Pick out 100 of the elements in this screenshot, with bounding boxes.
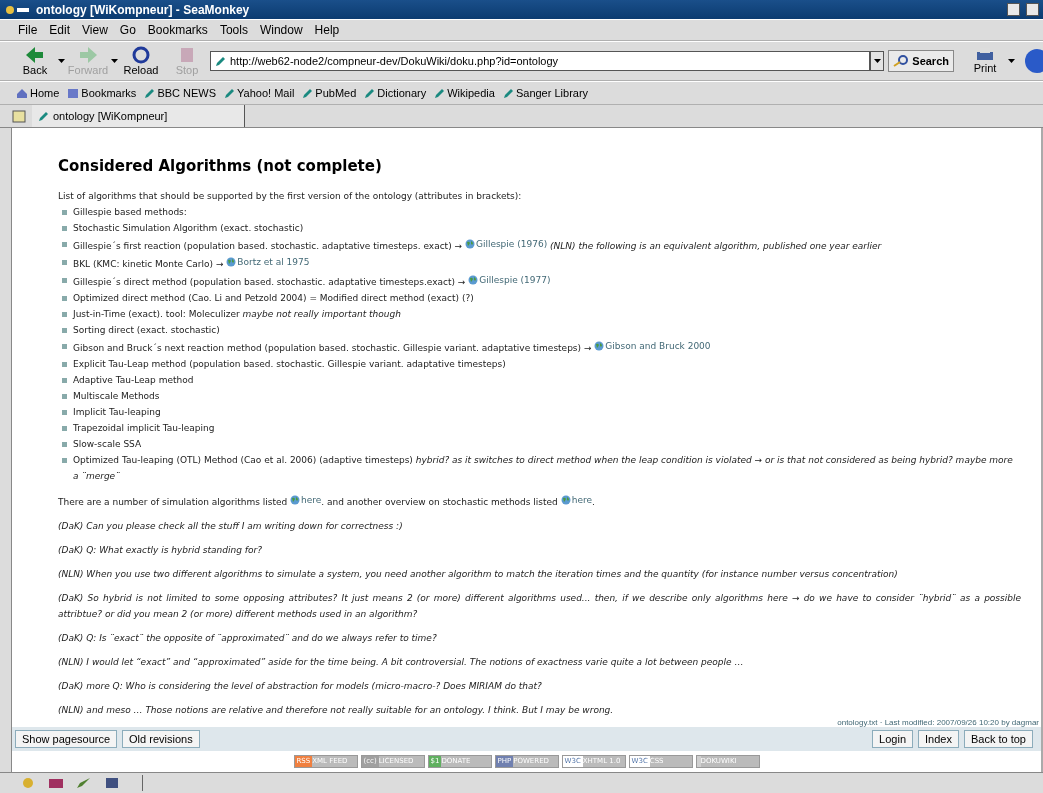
list-item-text: Just-in-Time (exact). tool: Moleculizer maybe not really important though [73,308,401,321]
list-item-text: Optimized direct method (Cao. Li and Petzold 2004) = Modified direct method (exact) (?) [73,292,474,305]
footer-button[interactable]: Index [918,730,959,748]
bullet-icon [62,242,67,247]
list-item-text: Gillespie´s direct method (population based. stochastic. adaptative timesteps.exact) → Gillespie (1977) [73,272,551,290]
list-item-text: Trapezoidal implicit Tau-leaping [73,422,215,435]
reload-icon [131,46,151,64]
minimize-button[interactable] [1007,3,1020,16]
pencil-icon [434,87,446,99]
menu-item[interactable]: Edit [43,20,77,40]
footer-button[interactable]: Login [872,730,914,748]
search-icon [893,55,910,67]
comment-text: (DaK) Can you please check all the stuff I am writing down for correctness :) [58,520,404,533]
menu-item[interactable]: Window [253,20,309,40]
list-item-text: Multiscale Methods [73,390,160,403]
menu-item[interactable]: File [12,20,44,40]
list-item-text: Optimized Tau-leaping (OTL) Method (Cao et al. 2006) (adaptive timesteps) hybrid? as it switches to direct method when the leap condition is violated → or is that not considered as being hybrid? maybe more a ¨merge¨ [73,454,1014,483]
intro-text: List of algorithms that should be supported by the first version of the ontology (attributes in brackets): [58,190,523,203]
comment-text: (NLN) I would let “exact” and “approximated” aside for the time being. A bit controversial. The notions of exactness varie quite a lot between people … [58,656,745,669]
bullet-icon [62,296,67,301]
back-arrow-icon [25,46,45,64]
nav-button[interactable]: Back [12,44,58,78]
list-item-text: Sorting direct (exact. stochastic) [73,324,220,337]
logo-icon [1023,48,1043,74]
external-link[interactable]: Gillespie (1976) [464,236,548,252]
external-link[interactable]: here [560,492,592,508]
bullet-icon [62,328,67,333]
external-link[interactable]: Bortz et al 1975 [226,254,310,270]
app-icon [4,3,30,16]
comment-text: (NLN) and meso … Those notions are relative and therefore not really suitable for an ontology. I think. But I may be wrong. [58,704,615,717]
globe-icon [290,495,301,505]
bookmark-item[interactable]: Sanger Library [498,87,593,99]
bookmark-item[interactable]: Home [12,87,64,99]
pencil-icon [502,87,514,99]
menu-item[interactable]: Go [113,20,142,40]
print-button[interactable]: Print [962,46,1008,76]
pencil-icon [38,110,49,122]
list-item-text: Implicit Tau-leaping [73,406,161,419]
overview-text: There are a number of simulation algorithms listed here. and another overview on stochastic methods listed here. [58,492,1021,510]
bullet-icon [62,426,67,431]
bullet-icon [62,442,67,447]
maximize-button[interactable] [1026,3,1039,16]
pencil-icon [302,87,314,99]
bookmark-item[interactable]: Yahoo! Mail [220,87,299,99]
menu-item[interactable]: Bookmarks [141,20,214,40]
menu-item[interactable]: View [76,20,114,40]
caret-icon[interactable] [58,59,65,63]
external-link[interactable]: Gibson and Bruck 2000 [594,338,711,354]
footer-button[interactable]: Show pagesource [15,730,118,748]
bullet-icon [62,278,67,283]
caret-icon [1008,59,1015,63]
address-book-icon[interactable] [104,777,120,789]
pencil-icon [224,87,236,99]
search-button[interactable]: Search [888,50,954,72]
globe-icon [226,257,237,267]
list-item-text: Gillespie´s first reaction (population based. stochastic. adaptative timesteps. exact) → Gillespie (1976) (NLN) the following is an equivalent algorithm, published one year earlier [73,236,882,254]
bookmark-item[interactable]: BBC NEWS [140,87,221,99]
menu-item[interactable]: Tools [213,20,254,40]
forward-arrow-icon [78,46,98,64]
comment-text: (DaK) So hybrid is not limited to some opposing attributes? It just means 2 (or more) different algorithms used... then, if we describe only algorithms here → do we have to consider ¨hybrid¨ as a possible attribtue? or did you mean 2 (or more) different methods used in an algorithm? [58,592,1021,621]
url-dropdown-button[interactable] [870,51,885,71]
external-link[interactable]: Gillespie (1977) [468,272,551,288]
menu-item[interactable]: Help [308,20,346,40]
house-icon [16,87,28,99]
comment-text: (DaK) Q: Is ¨exact¨ the opposite of ¨approximated¨ and do we always refer to time? [58,632,438,645]
comment-text: (DaK) more Q: Who is considering the level of abstraction for models (micro-macro-? Does MIRIAM do that? [58,680,543,693]
bullet-icon [62,378,67,383]
mail-icon[interactable] [48,777,64,789]
globe-icon [594,341,605,351]
bookmark-item[interactable]: Dictionary [360,87,431,99]
list-item-text: Gibson and Bruck´s next reaction method (population based. stochastic. Gillespie variant. adaptative timesteps) → Gibson and Bruck 2000 [73,338,711,356]
url-field[interactable]: http://web62-node2/compneur-dev/DokuWiki/doku.php?id=ontology [210,51,871,71]
list-item-text: BKL (KMC: kinetic Monte Carlo) → Bortz et al 1975 [73,254,310,272]
globe-icon [464,239,475,249]
bullet-icon [62,226,67,231]
pencil-icon [215,55,226,67]
footer-button[interactable]: Old revisions [122,730,200,748]
footer-button[interactable]: Back to top [963,730,1033,748]
bullet-icon [62,344,67,349]
bullet-icon [62,394,67,399]
pencil-icon [364,87,376,99]
list-item-text: Adaptive Tau-Leap method [73,374,194,387]
bookmark-item[interactable]: PubMed [298,87,361,99]
bullet-icon [62,210,67,215]
bullet-icon [62,410,67,415]
bookmarks-icon [67,87,80,99]
composer-icon[interactable] [76,777,92,789]
comment-text: (NLN) When you use two different algorithms to simulate a system, you need another algorithm to match the iteration times and the quantity (for instance number versus concentration) [58,568,899,581]
comment-text: (DaK) Q: What exactly is hybrid standing for? [58,544,263,557]
list-item-text: Stochastic Simulation Algorithm (exact. stochastic) [73,222,304,235]
bookmark-item[interactable]: Wikipedia [430,87,499,99]
nav-button[interactable]: Reload [118,44,164,78]
globe-icon [468,275,479,285]
globe-icon [560,495,571,505]
browser-tab[interactable]: ontology [WiKompneur] [32,105,245,127]
window-title: ontology [WiKompneur] - SeaMonkey [36,2,251,17]
bullet-icon [62,362,67,367]
bookmark-item[interactable]: Bookmarks [63,87,141,99]
bullet-icon [62,312,67,317]
list-item-text: Explicit Tau-Leap method (population based. stochastic. Gillespie variant. adaptative timesteps) [73,358,506,371]
